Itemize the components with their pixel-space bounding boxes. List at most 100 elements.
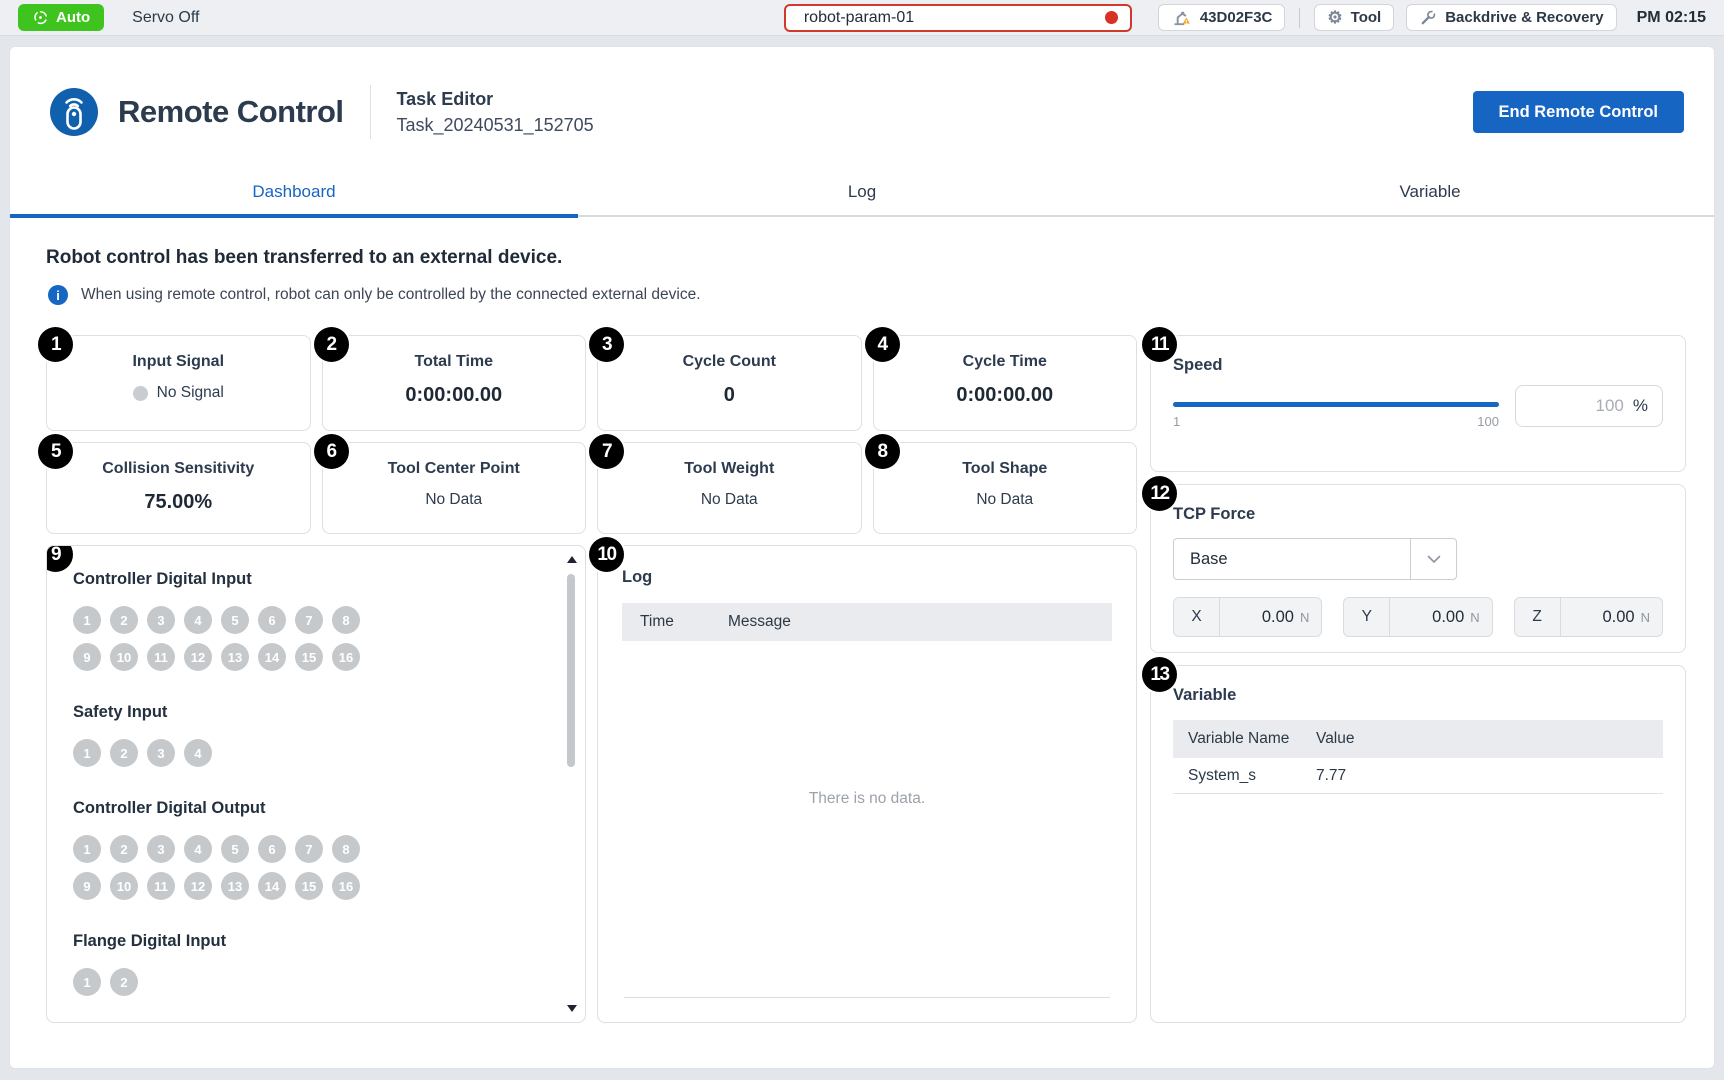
end-remote-control-button[interactable]: End Remote Control <box>1473 91 1685 133</box>
dashboard-grid: 1Input SignalNo Signal2Total Time0:00:00… <box>46 335 1686 1023</box>
io-indicator: 5 <box>221 606 249 634</box>
auto-mode-icon <box>32 9 49 26</box>
io-indicator: 14 <box>258 643 286 671</box>
io-indicator: 15 <box>295 872 323 900</box>
io-group-controller-digital-output: Controller Digital Output123456789101112… <box>73 799 545 900</box>
backdrive-recovery-button[interactable]: Backdrive & Recovery <box>1406 4 1616 31</box>
remote-control-icon <box>50 88 98 136</box>
log-footer-divider <box>624 997 1110 998</box>
io-group-safety-input: Safety Input 1234 <box>73 703 545 767</box>
robot-id-label: 43D02F3C <box>1200 9 1273 26</box>
tcp-axis-number: 0.00 <box>1432 608 1464 626</box>
io-indicator: 11 <box>147 643 175 671</box>
tcp-axis-unit: N <box>1470 610 1479 625</box>
stat-card-value-text: No Data <box>701 491 758 509</box>
mode-auto-badge[interactable]: Auto <box>18 4 104 31</box>
scroll-up-icon[interactable] <box>567 556 577 563</box>
io-indicator: 3 <box>147 835 175 863</box>
dashboard-left: 1Input SignalNo Signal2Total Time0:00:00… <box>46 335 1137 1023</box>
dashboard-right: 11 Speed 1 100 10 <box>1150 335 1686 1023</box>
tab-dashboard[interactable]: Dashboard <box>10 169 578 218</box>
stat-card-title: Input Signal <box>47 353 310 371</box>
tcp-axis-value: 0.00N <box>1220 608 1321 627</box>
io-indicator: 1 <box>73 968 101 996</box>
dashboard-content: Robot control has been transferred to an… <box>10 217 1714 1023</box>
io-indicator: 4 <box>184 606 212 634</box>
tcp-axis-field-x: X0.00N <box>1173 597 1322 637</box>
io-indicator: 3 <box>147 739 175 767</box>
speed-max-label: 100 <box>1477 414 1499 429</box>
io-indicator: 4 <box>184 739 212 767</box>
stat-card-title: Cycle Count <box>598 353 861 371</box>
stat-card-tool-center-point: 6Tool Center PointNo Data <box>322 442 587 534</box>
tab-variable[interactable]: Variable <box>1146 169 1714 218</box>
speed-min-label: 1 <box>1173 414 1180 429</box>
io-indicator: 1 <box>73 835 101 863</box>
stat-card-cycle-count: 3Cycle Count0 <box>597 335 862 431</box>
tcp-force-title: TCP Force <box>1173 505 1663 524</box>
variable-table: Variable NameValue System_s7.77 <box>1173 720 1663 794</box>
program-name-field[interactable]: robot-param-01 <box>784 4 1132 32</box>
tool-button[interactable]: ⚙ Tool <box>1314 4 1394 31</box>
clock: PM 02:15 <box>1637 9 1706 27</box>
io-group-title: Safety Input <box>73 703 545 722</box>
chevron-down-icon <box>1410 539 1456 579</box>
stat-card-collision-sensitivity: 5Collision Sensitivity75.00% <box>46 442 311 534</box>
stat-card-value-text: 75.00% <box>144 491 212 514</box>
io-indicator: 14 <box>258 872 286 900</box>
tab-log[interactable]: Log <box>578 169 1146 218</box>
recording-dot-icon <box>1105 11 1118 24</box>
axis-label-y: Y <box>1344 598 1390 636</box>
frame-selected-value: Base <box>1174 550 1410 569</box>
tool-button-label: Tool <box>1351 9 1382 26</box>
stat-card-title: Tool Weight <box>598 460 861 478</box>
tcp-axis-unit: N <box>1641 610 1650 625</box>
io-indicator-row: 1234 <box>73 739 545 767</box>
variable-panel: 13 Variable Variable NameValue System_s7… <box>1150 665 1686 1023</box>
tcp-force-panel: 12 TCP Force Base X0.00NY0.00NZ0.00N <box>1150 484 1686 653</box>
tcp-axis-field-z: Z 0.00 N <box>1514 597 1663 637</box>
stat-card-value: 0:00:00.00 <box>874 384 1137 407</box>
wrench-icon <box>1419 9 1437 27</box>
stat-card-value: No Signal <box>47 384 310 402</box>
speed-value-input[interactable]: 100 % <box>1515 385 1663 427</box>
log-table-header: TimeMessage <box>622 603 1112 641</box>
io-indicator: 13 <box>221 643 249 671</box>
io-indicator: 8 <box>332 606 360 634</box>
stat-card-value: No Data <box>874 491 1137 509</box>
io-group-title: Controller Digital Input <box>73 570 545 589</box>
header-divider <box>370 85 371 139</box>
io-group-flange-digital-input: Flange Digital Input12 <box>73 932 545 996</box>
variable-column-header-value: Value <box>1316 730 1355 748</box>
speed-slider-fill <box>1173 402 1499 407</box>
task-name: Task_20240531_152705 <box>397 115 594 136</box>
scroll-down-icon[interactable] <box>567 1005 577 1012</box>
io-indicator-row: 910111213141516 <box>73 872 545 900</box>
tcp-axis-number: 0.00 <box>1262 608 1294 626</box>
scrollbar-thumb[interactable] <box>567 574 575 767</box>
page-title: Remote Control <box>118 94 344 130</box>
tcp-axis-number: 0.00 <box>1602 608 1634 626</box>
io-indicator: 2 <box>110 606 138 634</box>
speed-row: 1 100 100 % <box>1173 385 1663 429</box>
io-indicator: 12 <box>184 643 212 671</box>
variable-value-cell: 7.77 <box>1316 767 1346 785</box>
tab-bar: DashboardLogVariable <box>10 169 1714 217</box>
task-editor-label: Task Editor <box>397 89 594 110</box>
stat-card-tool-weight: 7Tool WeightNo Data <box>597 442 862 534</box>
io-indicator: 2 <box>110 968 138 996</box>
variable-name-cell: System_s <box>1188 767 1316 785</box>
io-indicator: 11 <box>147 872 175 900</box>
callout-badge-12: 12 <box>1142 476 1177 511</box>
stat-card-cycle-time: 4Cycle Time0:00:00.00 <box>873 335 1138 431</box>
reference-frame-select[interactable]: Base <box>1173 538 1457 580</box>
speed-slider[interactable] <box>1173 402 1499 407</box>
speed-value: 100 <box>1596 396 1624 416</box>
axis-label-z: Z <box>1515 598 1561 636</box>
stat-card-title: Collision Sensitivity <box>47 460 310 478</box>
robot-id-button[interactable]: 43D02F3C <box>1158 4 1286 31</box>
io-indicator: 10 <box>110 872 138 900</box>
io-indicator: 6 <box>258 606 286 634</box>
callout-badge-2: 2 <box>314 327 349 362</box>
callout-badge-7: 7 <box>589 434 624 469</box>
